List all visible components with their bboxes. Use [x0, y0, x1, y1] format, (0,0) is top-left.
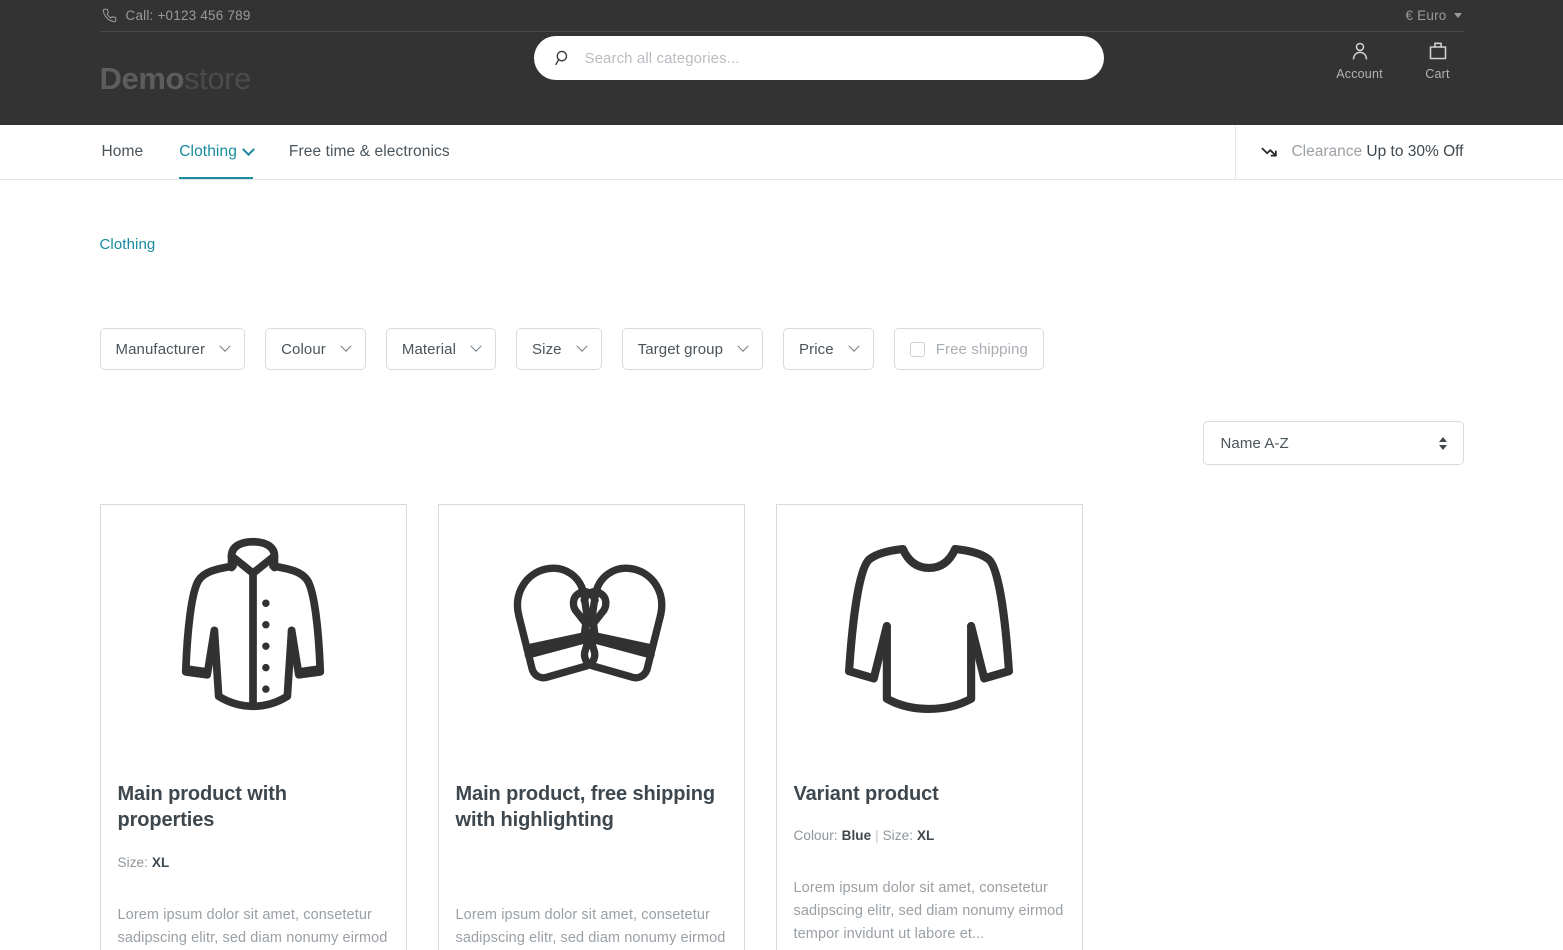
property-value: XL — [151, 854, 170, 870]
product-grid: Main product with properties Size: XL Lo… — [99, 504, 1464, 950]
currency-label: € Euro — [1405, 8, 1447, 23]
property-label: Size: — [117, 854, 149, 870]
clearance-value: Up to 30% Off — [1366, 143, 1464, 160]
currency-switcher[interactable]: € Euro — [1406, 8, 1462, 23]
shopping-bag-icon — [1412, 38, 1464, 64]
filter-panel: Manufacturer Colour Material Size Target… — [99, 328, 1464, 370]
call-us-link[interactable]: Call: +0123 456 789 — [102, 8, 251, 23]
user-icon — [1334, 38, 1386, 64]
product-title: Variant product — [793, 783, 939, 805]
product-properties: Size: XL — [118, 855, 389, 874]
product-title: Main product, free shipping with highlig… — [455, 783, 716, 832]
account-label: Account — [1336, 67, 1383, 81]
chevron-down-icon — [242, 142, 255, 156]
filter-material[interactable]: Material — [385, 328, 497, 370]
logo-light-text: store — [184, 60, 251, 96]
nav-item-label: Free time & electronics — [288, 143, 450, 160]
breadcrumb[interactable]: Clothing — [100, 180, 1464, 253]
category-page: Clothing Manufacturer Colour Material Si… — [99, 180, 1464, 950]
clearance-label: Clearance — [1291, 143, 1363, 160]
chevron-down-icon — [219, 340, 231, 352]
cart-label: Cart — [1425, 67, 1450, 81]
nav-item-label: Clothing — [179, 143, 237, 160]
jacket-icon — [167, 536, 339, 722]
filter-label: Free shipping — [935, 340, 1028, 358]
filter-colour[interactable]: Colour — [265, 328, 366, 370]
product-description: Lorem ipsum dolor sit amet, consetetur s… — [117, 906, 388, 946]
clearance-promo-link[interactable]: Clearance Up to 30% Off — [1235, 125, 1464, 179]
product-card[interactable]: Variant product Colour: Blue | Size: XL … — [775, 504, 1083, 950]
sort-arrows-icon — [1438, 436, 1447, 450]
sweater-icon — [841, 536, 1017, 722]
product-image[interactable] — [101, 505, 406, 737]
product-description: Lorem ipsum dolor sit amet, consetetur s… — [455, 906, 726, 946]
account-button[interactable]: Account — [1334, 38, 1386, 81]
chevron-down-icon — [575, 340, 588, 352]
filter-label: Size — [532, 340, 562, 358]
search-input[interactable] — [584, 49, 1084, 67]
cart-button[interactable]: Cart — [1412, 38, 1464, 81]
search-bar[interactable] — [533, 36, 1104, 80]
nav-item-clothing[interactable]: Clothing — [161, 125, 271, 179]
sort-dropdown[interactable]: Name A-Z — [1202, 421, 1464, 465]
site-header: Call: +0123 456 789 € Euro Demostore Sea… — [0, 0, 1563, 125]
chevron-down-icon — [340, 340, 352, 352]
property-separator: | — [875, 828, 879, 844]
filter-label: Target group — [637, 340, 724, 358]
nav-item-home[interactable]: Home — [100, 125, 162, 179]
property-label: Size: — [882, 828, 914, 844]
product-title: Main product with properties — [117, 783, 288, 832]
nav-item-free-time-electronics[interactable]: Free time & electronics — [271, 125, 468, 179]
filter-size[interactable]: Size — [516, 328, 602, 370]
chevron-down-icon — [737, 340, 749, 352]
call-us-text: Call: +0123 456 789 — [125, 8, 251, 23]
filter-target-group[interactable]: Target group — [621, 328, 764, 370]
filter-label: Manufacturer — [115, 340, 206, 358]
logo-bold-text: Demo — [99, 60, 185, 96]
phone-icon — [102, 8, 117, 23]
filter-label: Price — [799, 340, 834, 358]
breadcrumb-current: Clothing — [99, 236, 156, 253]
chevron-down-icon — [470, 340, 482, 352]
filter-price[interactable]: Price — [783, 328, 874, 370]
chevron-down-icon — [1453, 13, 1462, 18]
product-description: Lorem ipsum dolor sit amet, consetetur s… — [793, 880, 1064, 943]
product-properties: Colour: Blue | Size: XL — [794, 828, 1065, 847]
trend-down-arrow-icon — [1260, 143, 1279, 162]
product-image[interactable] — [777, 505, 1082, 737]
filter-label: Colour — [281, 340, 326, 358]
mittens-icon — [501, 554, 681, 704]
product-card[interactable]: Main product with properties Size: XL Lo… — [99, 504, 407, 950]
main-navigation: Home Clothing Free time & electronics Cl… — [0, 125, 1563, 180]
nav-item-label: Home — [101, 143, 144, 160]
filter-free-shipping[interactable]: Free shipping — [893, 328, 1044, 370]
product-image[interactable] — [439, 505, 744, 737]
property-label: Colour: — [793, 828, 838, 844]
search-icon — [554, 49, 572, 67]
site-logo[interactable]: Demostore — [99, 60, 252, 96]
utility-bar: Call: +0123 456 789 € Euro — [99, 0, 1464, 32]
product-card[interactable]: Main product, free shipping with highlig… — [437, 504, 745, 950]
filter-label: Material — [401, 340, 457, 358]
property-value: XL — [916, 828, 935, 844]
property-value: Blue — [841, 828, 872, 844]
chevron-down-icon — [848, 340, 860, 352]
sort-selected-value: Name A-Z — [1220, 434, 1289, 452]
free-shipping-checkbox[interactable] — [909, 341, 925, 357]
filter-manufacturer[interactable]: Manufacturer — [99, 328, 246, 370]
